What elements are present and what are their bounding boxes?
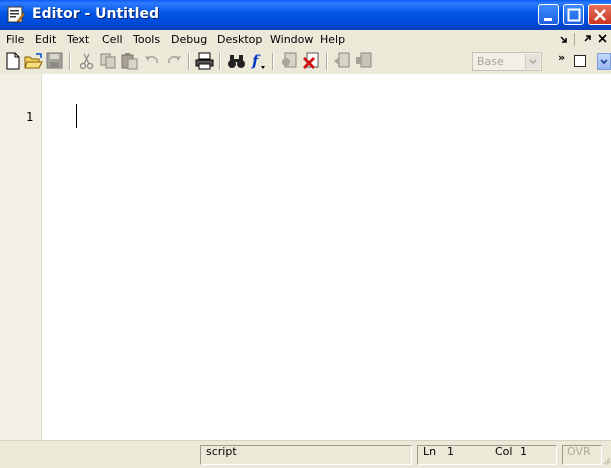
maximize-icon [567,8,581,22]
toolbar-checkbox[interactable] [574,55,586,67]
menu-bar: File Edit Text Cell Tools Debug Desktop … [0,30,611,49]
menu-edit[interactable]: Edit [35,33,56,46]
menu-window[interactable]: Window [270,33,313,46]
resize-grip-icon[interactable] [603,455,611,465]
cut-scissors-icon[interactable] [78,52,96,70]
menu-tools[interactable]: Tools [133,33,160,46]
close-button[interactable] [588,4,611,25]
menu-separator [574,33,575,46]
toolbar-separator [326,53,328,70]
text-caret [76,104,77,128]
editor-text-area[interactable] [0,100,611,441]
toolbar-separator [219,53,221,70]
save-disk-icon[interactable] [46,52,64,70]
print-icon[interactable] [195,52,214,70]
close-x-icon[interactable] [598,32,608,47]
undock-arrow-icon[interactable] [560,32,568,47]
menu-file[interactable]: File [6,33,24,46]
find-binoculars-icon[interactable] [227,52,245,70]
status-ovr: OVR [567,445,591,458]
menu-desktop[interactable]: Desktop [217,33,262,46]
stack-dropdown[interactable]: Base [472,52,542,71]
function-icon[interactable]: f [250,52,268,70]
window-title: Editor - Untitled [32,6,159,22]
step-out-icon[interactable] [355,52,373,70]
maximize-button[interactable] [563,4,584,25]
menu-help[interactable]: Help [320,33,345,46]
status-line-label: Ln [423,445,437,458]
close-icon [594,9,606,21]
menu-debug[interactable]: Debug [171,33,207,46]
copy-icon[interactable] [100,52,118,70]
toolbar-separator [188,53,190,70]
status-mode: script [206,445,237,458]
toolbar-overflow-chevron[interactable]: » [558,51,565,64]
set-breakpoint-icon[interactable] [280,52,298,70]
new-file-icon[interactable] [4,52,22,70]
line-number-gutter-top [0,74,42,102]
status-bar: script Ln 1 Col 1 OVR [0,440,611,466]
status-position-panel [417,445,557,465]
status-col-value: 1 [520,445,527,458]
open-folder-icon[interactable] [24,52,43,70]
stack-dropdown-value: Base [477,55,504,68]
toolbar-separator [272,53,274,70]
editor-area-top [0,74,611,102]
clear-breakpoint-icon[interactable] [302,52,320,70]
toolbar: f Base » [0,49,611,75]
status-line-value: 1 [447,445,454,458]
menu-cell[interactable]: Cell [102,33,123,46]
chevron-down-icon[interactable] [597,53,611,70]
line-number-gutter [0,102,42,440]
redo-icon[interactable] [165,52,183,70]
minimize-icon [544,18,552,21]
step-icon[interactable] [333,52,351,70]
title-bar: Editor - Untitled [0,0,611,30]
toolbar-separator [69,53,71,70]
paste-icon[interactable] [121,52,139,70]
editor-document-icon [7,6,25,23]
restore-arrow-icon[interactable] [583,32,591,47]
undo-icon[interactable] [143,52,161,70]
menu-text[interactable]: Text [67,33,89,46]
status-col-label: Col [495,445,513,458]
line-number: 1 [26,110,34,124]
chevron-down-icon [525,54,540,69]
minimize-button[interactable] [538,4,559,25]
svg-text:f: f [251,52,261,70]
